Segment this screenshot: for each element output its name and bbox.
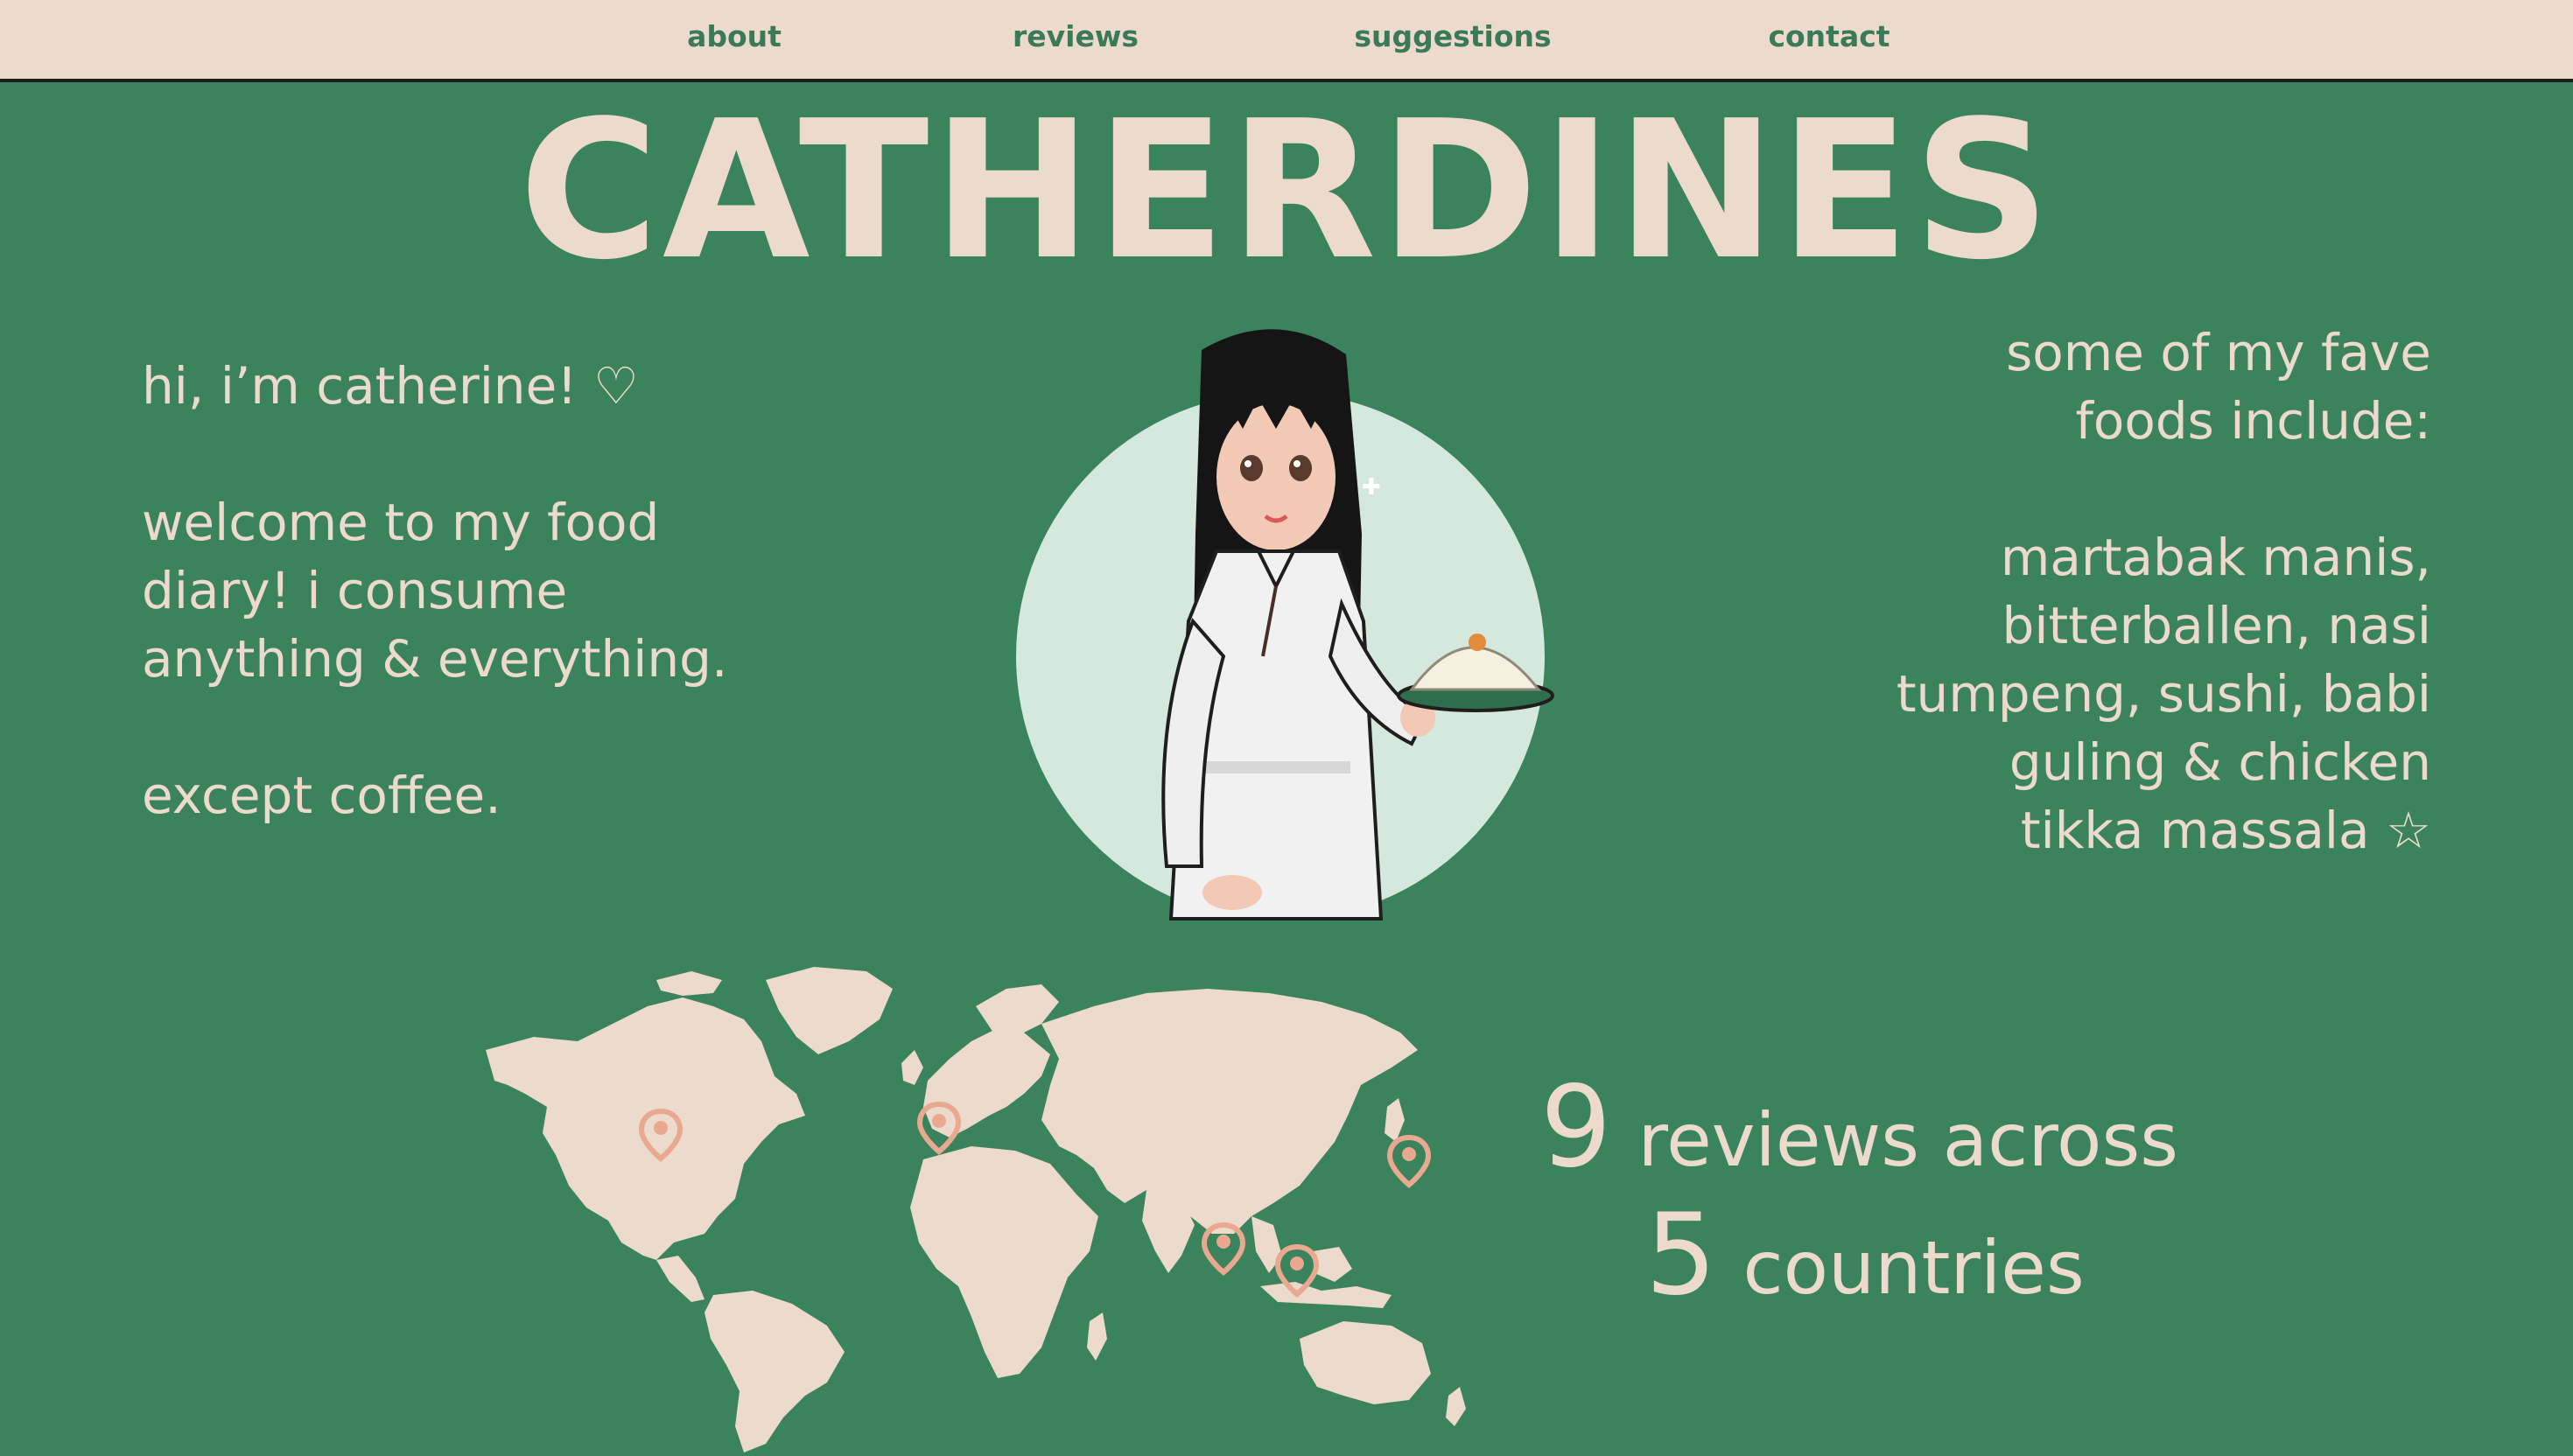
map-asia xyxy=(1041,989,1418,1234)
world-map-illustration xyxy=(486,967,1466,1452)
map-australia xyxy=(1300,1321,1431,1404)
map-uk xyxy=(901,1050,923,1085)
map-south-america xyxy=(705,1291,845,1452)
nav-contact-link[interactable]: contact xyxy=(1768,19,1889,53)
map-greenland xyxy=(766,967,893,1054)
pixel-avatar-illustration: ✚ xyxy=(1016,329,1554,920)
world-map xyxy=(481,954,1479,1452)
intro-text: hi, i’m catherine! ♡ welcome to my food … xyxy=(142,352,807,830)
country-count: 5 xyxy=(1645,1190,1717,1320)
top-nav: about reviews suggestions contact xyxy=(0,0,2573,82)
map-central-america xyxy=(656,1256,705,1302)
map-madagascar xyxy=(1087,1312,1107,1361)
map-pin-icon xyxy=(1386,1134,1432,1188)
nav-reviews-link[interactable]: reviews xyxy=(1013,19,1139,53)
review-stats: 9 reviews across 5 countries xyxy=(1540,1072,2178,1312)
review-count: 9 xyxy=(1540,1062,1612,1193)
exception-text: except coffee. xyxy=(142,766,501,825)
countries-text: countries xyxy=(1742,1225,2085,1311)
greeting-text: hi, i’m catherine! ♡ xyxy=(142,356,639,416)
welcome-text: welcome to my food diary! i consume anyt… xyxy=(142,493,728,689)
nav-about-link[interactable]: about xyxy=(687,19,782,53)
nav-suggestions-link[interactable]: suggestions xyxy=(1354,19,1551,53)
map-africa xyxy=(910,1146,1098,1378)
site-title: CATHERDINES xyxy=(518,80,2055,302)
map-indonesia xyxy=(1260,1282,1392,1308)
map-japan xyxy=(1385,1098,1405,1142)
reviews-across-text: reviews across xyxy=(1637,1097,2178,1183)
fave-foods-heading: some of my fave foods include: xyxy=(2006,323,2431,451)
map-north-america xyxy=(486,998,805,1260)
avatar: ✚ xyxy=(1013,306,1556,929)
fave-foods-list: martabak manis, bitterballen, nasi tumpe… xyxy=(1896,528,2431,860)
fave-foods-text: some of my fave foods include: martabak … xyxy=(1889,318,2431,864)
map-new-zealand xyxy=(1446,1387,1466,1426)
map-arctic-islands xyxy=(656,971,722,996)
svg-text:✚: ✚ xyxy=(1362,474,1381,500)
